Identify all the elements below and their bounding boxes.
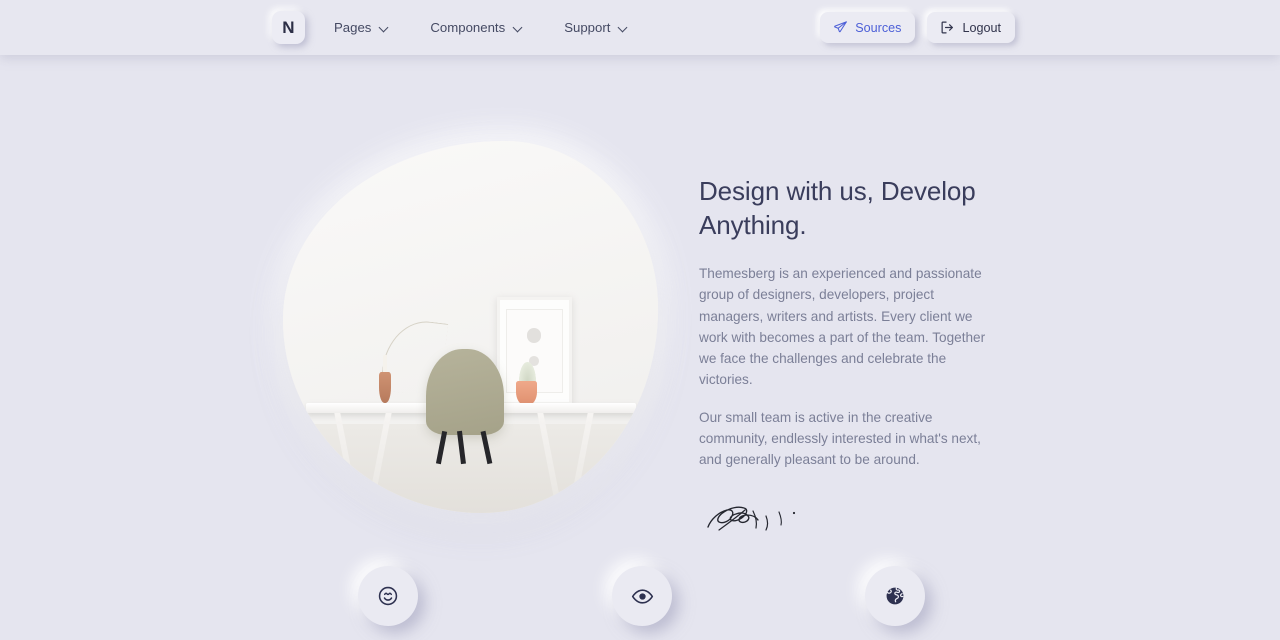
logout-label: Logout: [962, 20, 1001, 35]
chevron-down-icon: [619, 23, 628, 32]
logout-button[interactable]: Logout: [927, 12, 1015, 43]
logo-button[interactable]: N: [272, 11, 305, 44]
feature-icon-row: [0, 566, 1280, 640]
nav-item-label: Support: [564, 20, 611, 35]
feature-button-globe[interactable]: [865, 566, 925, 626]
photo-plant-foliage: [519, 362, 536, 383]
nav-item-label: Components: [430, 20, 506, 35]
chevron-down-icon: [380, 23, 389, 32]
workspace-photo: [283, 141, 658, 513]
feature-button-eye[interactable]: [612, 566, 672, 626]
paper-plane-icon: [834, 21, 848, 34]
nav-item-components[interactable]: Components: [430, 14, 523, 41]
feature-button-smile[interactable]: [358, 566, 418, 626]
photo-plant-pot: [515, 380, 537, 405]
logo-letter: N: [282, 17, 295, 37]
sources-button[interactable]: Sources: [820, 12, 916, 43]
sign-out-icon: [941, 21, 954, 34]
photo-candle: [382, 354, 388, 374]
globe-icon: [884, 585, 906, 607]
eye-icon: [631, 585, 654, 608]
navbar-inner: N Pages Components Support Sources Logou…: [0, 0, 1280, 55]
page-title: Design with us, Develop Anything.: [699, 176, 976, 240]
hero-section: Design with us, Develop Anything. Themes…: [0, 55, 1280, 640]
primary-nav: Pages Components Support: [334, 0, 628, 55]
top-navbar: N Pages Components Support Sources Logou…: [0, 0, 1280, 55]
nav-item-label: Pages: [334, 20, 372, 35]
hero-image-blob: [273, 131, 668, 523]
photo-chair: [425, 349, 505, 435]
hero-paragraph-2: Our small team is active in the creative…: [699, 409, 981, 468]
chevron-down-icon: [514, 23, 523, 32]
nav-item-support[interactable]: Support: [564, 14, 628, 41]
nav-item-pages[interactable]: Pages: [334, 14, 389, 41]
smile-icon: [377, 585, 399, 607]
photo-frame-dot-large: [526, 328, 541, 343]
signature-image: [699, 498, 807, 540]
hero-paragraph-1: Themesberg is an experienced and passion…: [699, 266, 986, 388]
hero-content: Design with us, Develop Anything. Themes…: [699, 174, 999, 540]
hero-image: [283, 141, 658, 513]
navbar-actions: Sources Logout: [820, 0, 1015, 55]
sources-label: Sources: [855, 20, 902, 35]
